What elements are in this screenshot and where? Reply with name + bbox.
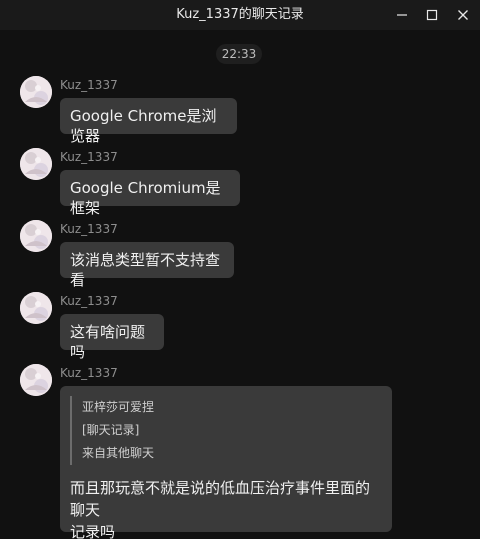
avatar-image [20, 364, 52, 396]
avatar[interactable] [20, 292, 52, 324]
avatar[interactable] [20, 76, 52, 108]
avatar[interactable] [20, 364, 52, 396]
title-bar: Kuz_1337的聊天记录 [0, 0, 480, 30]
quote-source: 来自其他聊天 [82, 446, 155, 460]
sender-name: Kuz_1337 [60, 150, 118, 164]
message-text-line-1: 而且那玩意不就是说的低血压治疗事件里面的聊天 [70, 479, 371, 519]
message-bubble[interactable]: Google Chromium是框架 [60, 170, 240, 217]
sender-name: Kuz_1337 [60, 222, 118, 236]
message-text: Google Chrome是浏览器 [70, 107, 217, 145]
message-bubble[interactable]: 这有啥问题吗 [60, 314, 164, 361]
avatar-image [20, 220, 52, 252]
close-icon [458, 10, 468, 20]
message-list[interactable]: 22:33 Kuz_1337 Google Chrome是浏览器 Kuz_133… [0, 30, 480, 539]
message-text: 这有啥问题吗 [70, 323, 146, 361]
sender-name: Kuz_1337 [60, 366, 118, 380]
sender-name: Kuz_1337 [60, 78, 118, 92]
message-text: Google Chromium是框架 [70, 179, 221, 217]
maximize-button[interactable] [422, 5, 442, 25]
sender-name: Kuz_1337 [60, 294, 118, 308]
minimize-button[interactable] [392, 5, 412, 25]
message-text-line-2: 记录吗 [70, 523, 116, 539]
quoted-message[interactable]: 亚梓莎可爱捏 [聊天记录] 来自其他聊天 [70, 396, 382, 465]
message-bubble[interactable]: 该消息类型暂不支持查看 [60, 242, 234, 289]
timestamp-badge: 22:33 [216, 44, 262, 64]
avatar-image [20, 292, 52, 324]
maximize-icon [426, 9, 438, 21]
avatar-image [20, 76, 52, 108]
message-text: 而且那玩意不就是说的低血压治疗事件里面的聊天 记录吗 [70, 477, 382, 539]
message-bubble[interactable]: 亚梓莎可爱捏 [聊天记录] 来自其他聊天 而且那玩意不就是说的低血压治疗事件里面… [60, 386, 392, 539]
message-bubble[interactable]: Google Chrome是浏览器 [60, 98, 237, 145]
avatar[interactable] [20, 148, 52, 180]
quote-content: [聊天记录] [82, 423, 140, 437]
avatar[interactable] [20, 220, 52, 252]
chat-history-window: Kuz_1337的聊天记录 22:33 Kuz_1337 Google Chro… [0, 0, 480, 539]
quote-author: 亚梓莎可爱捏 [82, 400, 155, 414]
avatar-image [20, 148, 52, 180]
minimize-icon [397, 14, 407, 16]
close-button[interactable] [453, 5, 473, 25]
message-text: 该消息类型暂不支持查看 [70, 251, 221, 289]
